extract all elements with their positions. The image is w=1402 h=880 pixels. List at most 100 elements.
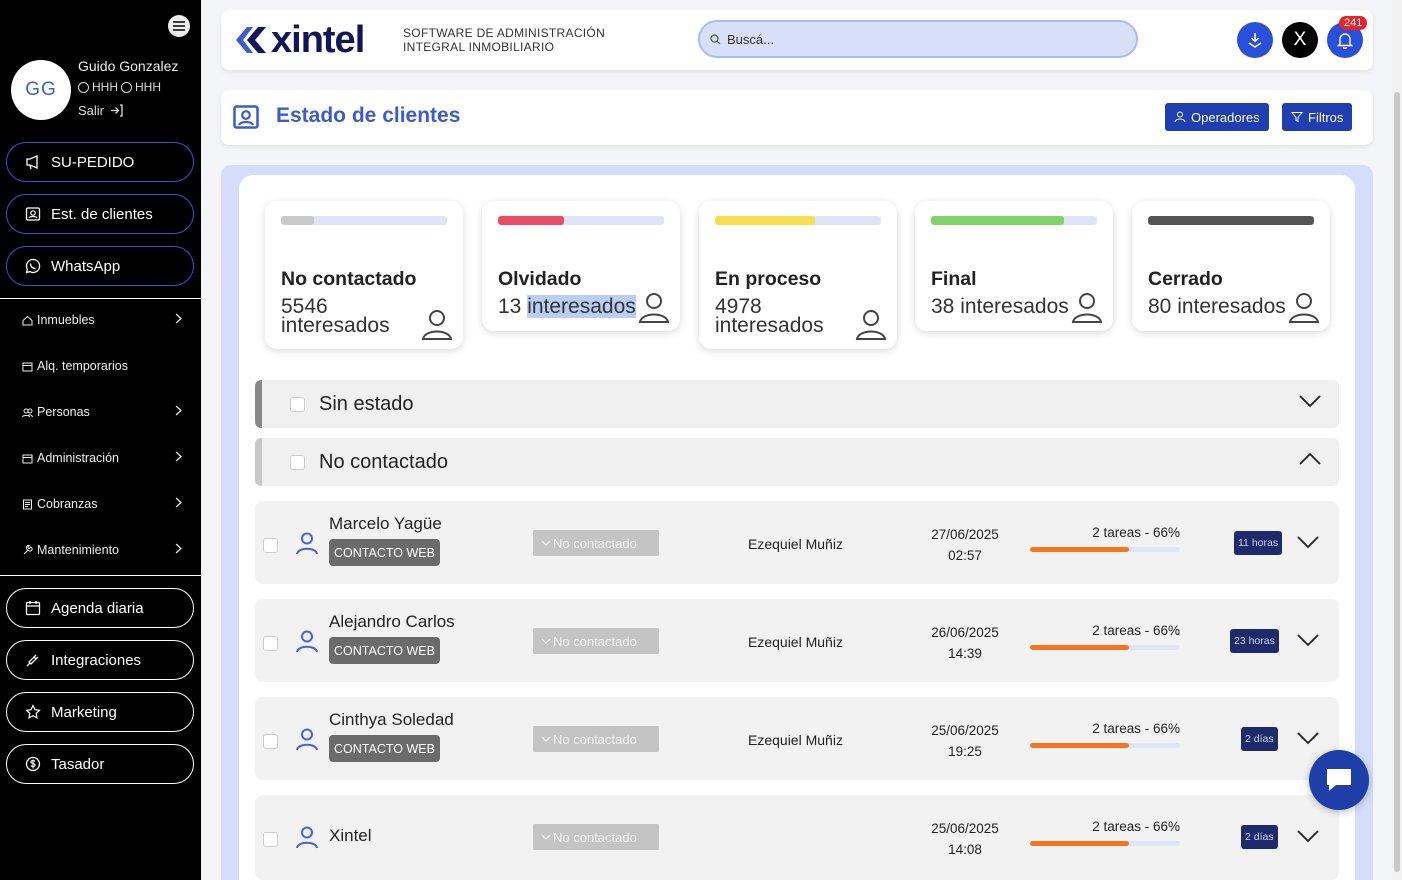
chevron-right-icon [175,543,182,557]
client-name[interactable]: Marcelo Yagüe [329,514,442,534]
scrollbar-thumb[interactable] [1394,92,1400,872]
sidebar-item-administracion[interactable]: Administración [22,451,192,465]
filtros-button[interactable]: Filtros [1282,103,1353,131]
tasks-summary: 2 tareas - 66% [1092,721,1180,736]
chevron-down-icon[interactable] [1299,394,1321,408]
card-count-unit: interesados [960,295,1069,318]
card-count-value: 38 [931,295,955,318]
group-no-contactado[interactable]: No contactado [255,438,1339,486]
chevron-down-icon [541,834,551,840]
tasks-progress-fill [1030,841,1129,846]
tasks-progress-bar [1030,841,1180,846]
su-pedido-button[interactable]: SU-PEDIDO [6,142,194,182]
tasks-summary: 2 tareas - 66% [1092,819,1180,834]
chevron-down-icon[interactable] [1297,633,1319,647]
whatsapp-icon [25,258,41,274]
card-progress-fill [498,216,565,225]
marketing-button[interactable]: Marketing [6,692,194,732]
menu-toggle-button[interactable] [168,15,190,37]
group-checkbox[interactable] [290,455,305,470]
user-icon [421,310,453,340]
operadores-button[interactable]: Operadores [1165,103,1269,131]
user-info: HHH HHH [78,80,161,94]
table-row[interactable]: Xintel No contactado 25/06/2025 14:08 2 t… [255,795,1339,880]
contact-card-icon [25,207,41,221]
title-bar: Estado de clientes Operadores Filtros [221,90,1373,145]
row-checkbox[interactable] [263,832,278,847]
sidebar-item-label: Inmuebles [37,313,95,327]
status-dropdown[interactable]: No contactado [533,824,659,850]
user-icon [296,826,318,849]
home-icon [22,315,33,325]
est-clientes-button[interactable]: Est. de clientes [6,194,194,234]
sidebar-item-alq-temporarios[interactable]: Alq. temporarios [22,359,192,373]
card-progress-bar [281,216,447,225]
table-row[interactable]: Marcelo Yagüe CONTACTO WEB No contactado… [255,501,1339,584]
page-title: Estado de clientes [276,104,461,127]
table-row[interactable]: Alejandro Carlos CONTACTO WEB No contact… [255,599,1339,682]
card-title: Final [931,268,977,290]
logout-link[interactable]: Salir [78,103,123,118]
row-checkbox[interactable] [263,636,278,651]
row-date: 26/06/2025 [931,625,999,640]
status-card-olvidado[interactable]: Olvidado 13 interesados [482,201,680,331]
tasador-button[interactable]: Tasador [6,744,194,784]
status-card-no-contactado[interactable]: No contactado 5546 interesados [265,201,463,349]
client-name[interactable]: Alejandro Carlos [329,612,455,632]
table-row[interactable]: Cinthya Soledad CONTACTO WEB No contacta… [255,697,1339,780]
sidebar-item-inmuebles[interactable]: Inmuebles [22,313,192,327]
status-label: No contactado [553,731,637,747]
status-dropdown[interactable]: No contactado [533,628,659,654]
integraciones-button[interactable]: Integraciones [6,640,194,680]
client-name[interactable]: Cinthya Soledad [329,710,454,730]
status-card-en-proceso[interactable]: En proceso 4978 interesados [699,201,897,349]
status-card-cerrado[interactable]: Cerrado 80 interesados [1132,201,1330,331]
row-checkbox[interactable] [263,538,278,553]
user-name: Guido Gonzalez [78,58,179,74]
integraciones-label: Integraciones [51,651,142,669]
chevron-down-icon[interactable] [1297,829,1319,843]
status-dropdown[interactable]: No contactado [533,726,659,752]
chat-button[interactable] [1309,750,1369,810]
agenda-diaria-button[interactable]: Agenda diaria [6,588,194,628]
operator-name: Ezequiel Muñiz [748,732,843,748]
people-icon [22,408,33,417]
calendar-icon [25,601,41,616]
status-dropdown[interactable]: No contactado [533,530,659,556]
avatar[interactable]: GG [11,60,71,120]
elapsed-badge: 23 horas [1230,629,1279,653]
group-checkbox[interactable] [290,397,305,412]
search-input[interactable] [727,31,1107,47]
status-card-final[interactable]: Final 38 interesados [915,201,1113,331]
chevron-up-icon[interactable] [1299,452,1321,466]
sidebar-item-cobranzas[interactable]: Cobranzas [22,497,192,511]
user-icon [1071,293,1103,323]
sidebar: GG Guido Gonzalez HHH HHH Salir SU-PEDID… [0,0,201,880]
download-icon [1248,33,1262,48]
elapsed-badge: 2 días [1241,825,1278,849]
row-datetime: 26/06/2025 14:39 [923,622,1007,664]
user-icon [638,293,670,323]
row-date: 27/06/2025 [931,527,999,542]
download-button[interactable] [1237,22,1273,58]
tasks-summary: 2 tareas - 66% [1092,623,1180,638]
bell-icon [1337,33,1353,49]
sidebar-item-mantenimiento[interactable]: Mantenimiento [22,543,192,557]
search-icon [710,33,721,44]
xintel-logo[interactable]: xintel [233,21,365,59]
sidebar-item-personas[interactable]: Personas [22,405,192,419]
x-button[interactable]: X [1282,22,1318,58]
row-datetime: 27/06/2025 02:57 [923,524,1007,566]
whatsapp-button[interactable]: WhatsApp [6,246,194,286]
group-sin-estado[interactable]: Sin estado [255,380,1339,428]
user-icon [1174,111,1186,123]
client-name[interactable]: Xintel [329,826,372,846]
chevron-down-icon[interactable] [1297,535,1319,549]
search-bar[interactable] [698,20,1138,58]
filter-icon [1291,112,1303,123]
operator-name: Ezequiel Muñiz [748,536,843,552]
row-checkbox[interactable] [263,734,278,749]
card-count-unit: interesados [1177,295,1286,318]
dollar-icon [25,756,41,772]
chevron-down-icon[interactable] [1297,731,1319,745]
